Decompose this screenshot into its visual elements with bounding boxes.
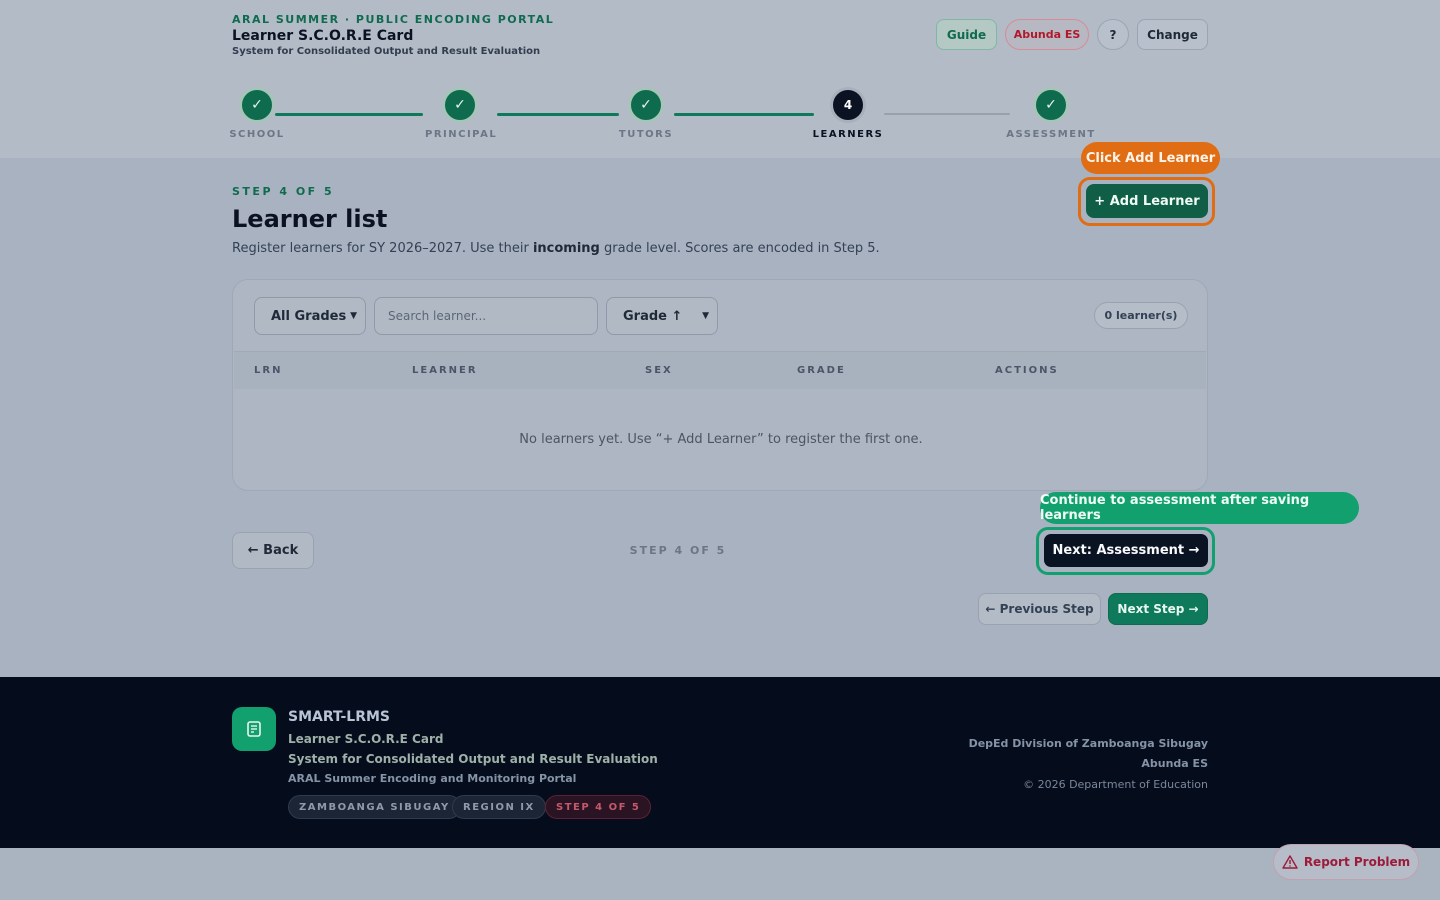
column-header-learner: LEARNER [412, 365, 478, 376]
check-icon: ✓ [442, 87, 478, 123]
step-label: PRINCIPAL [425, 129, 498, 140]
step-label: TUTORS [618, 129, 674, 140]
footer-school: Abunda ES [1141, 757, 1208, 770]
back-button[interactable]: ← Back [232, 532, 314, 569]
report-problem-button[interactable]: Report Problem [1273, 844, 1419, 880]
guide-button[interactable]: Guide [936, 19, 997, 50]
column-header-actions: ACTIONS [995, 365, 1059, 376]
step-label: LEARNERS [812, 129, 884, 140]
stepper-connector [497, 113, 619, 116]
next-assessment-button[interactable]: Next: Assessment → [1044, 534, 1208, 567]
check-icon: ✓ [1033, 87, 1069, 123]
step-tutors[interactable]: ✓ TUTORS [611, 87, 681, 140]
table-header: LRN LEARNER SEX GRADE ACTIONS [234, 351, 1206, 389]
column-header-lrn: LRN [254, 365, 283, 376]
footer-title: Learner S.C.O.R.E Card [288, 732, 444, 746]
previous-step-button[interactable]: ← Previous Step [978, 593, 1101, 625]
step-number: 4 [830, 87, 866, 123]
search-input[interactable]: Search learner... [374, 297, 598, 335]
change-school-button[interactable]: Change [1137, 19, 1208, 50]
report-problem-label: Report Problem [1303, 855, 1411, 869]
desc-text: Register learners for SY 2026–2027. Use … [232, 241, 533, 256]
sort-select[interactable]: Grade ↑ ▼ [606, 297, 718, 335]
help-button[interactable]: ? [1097, 19, 1129, 50]
step-assessment[interactable]: ✓ ASSESSMENT [1006, 87, 1096, 140]
footer-tag-region: REGION IX [452, 795, 546, 819]
step-kicker: STEP 4 OF 5 [232, 185, 335, 198]
page-title: Learner list [232, 205, 388, 233]
step-label: SCHOOL [229, 129, 285, 140]
column-header-grade: GRADE [797, 365, 846, 376]
footer-subtitle: System for Consolidated Output and Resul… [288, 752, 658, 766]
add-learner-button[interactable]: + Add Learner [1086, 184, 1208, 218]
step-indicator: STEP 4 OF 5 [629, 544, 727, 557]
chevron-down-icon: ▼ [350, 311, 357, 321]
step-principal[interactable]: ✓ PRINCIPAL [425, 87, 498, 140]
learner-count-badge: 0 learner(s) [1094, 302, 1188, 329]
footer-portal: ARAL Summer Encoding and Monitoring Port… [288, 772, 577, 785]
check-icon: ✓ [628, 87, 664, 123]
footer-tag-step: STEP 4 OF 5 [545, 795, 652, 819]
chevron-down-icon: ▼ [702, 311, 709, 321]
page-description: Register learners for SY 2026–2027. Use … [232, 241, 880, 256]
stepper-connector [884, 113, 1010, 115]
sort-value: Grade ↑ [623, 308, 683, 324]
portal-header: ARAL SUMMER · PUBLIC ENCODING PORTAL Lea… [0, 0, 1440, 158]
warning-icon [1282, 855, 1298, 869]
column-header-sex: SEX [645, 365, 673, 376]
footer-brand: SMART-LRMS [288, 709, 391, 725]
portal-subtitle: System for Consolidated Output and Resul… [232, 46, 541, 57]
school-badge[interactable]: Abunda ES [1005, 19, 1089, 50]
portal-title: Learner S.C.O.R.E Card [232, 28, 414, 44]
next-step-button[interactable]: Next Step → [1108, 593, 1208, 625]
learner-table-card: All Grades ▼ Search learner... Grade ↑ ▼… [232, 279, 1208, 491]
footer-copyright: © 2026 Department of Education [1023, 778, 1208, 791]
report-card-icon [232, 707, 276, 751]
stepper-connector [674, 113, 814, 116]
site-footer: SMART-LRMS Learner S.C.O.R.E Card System… [0, 677, 1440, 848]
empty-state-message: No learners yet. Use “+ Add Learner” to … [519, 432, 923, 447]
grade-filter-select[interactable]: All Grades ▼ [254, 297, 366, 335]
stepper-connector [275, 113, 423, 116]
desc-emphasis: incoming [532, 241, 600, 256]
grade-filter-value: All Grades [271, 308, 347, 324]
footer-tag-province: ZAMBOANGA SIBUGAY [288, 795, 461, 819]
step-school[interactable]: ✓ SCHOOL [222, 87, 292, 140]
desc-text: grade level. Scores are encoded in Step … [599, 241, 880, 256]
next-callout: Continue to assessment after saving lear… [1040, 492, 1359, 524]
document-icon [247, 721, 261, 737]
step-learners[interactable]: 4 LEARNERS [808, 87, 888, 140]
add-learner-callout: Click Add Learner [1081, 142, 1220, 174]
portal-kicker: ARAL SUMMER · PUBLIC ENCODING PORTAL [232, 13, 555, 26]
footer-division: DepEd Division of Zamboanga Sibugay [968, 737, 1208, 750]
step-label: ASSESSMENT [1006, 129, 1096, 140]
check-icon: ✓ [239, 87, 275, 123]
